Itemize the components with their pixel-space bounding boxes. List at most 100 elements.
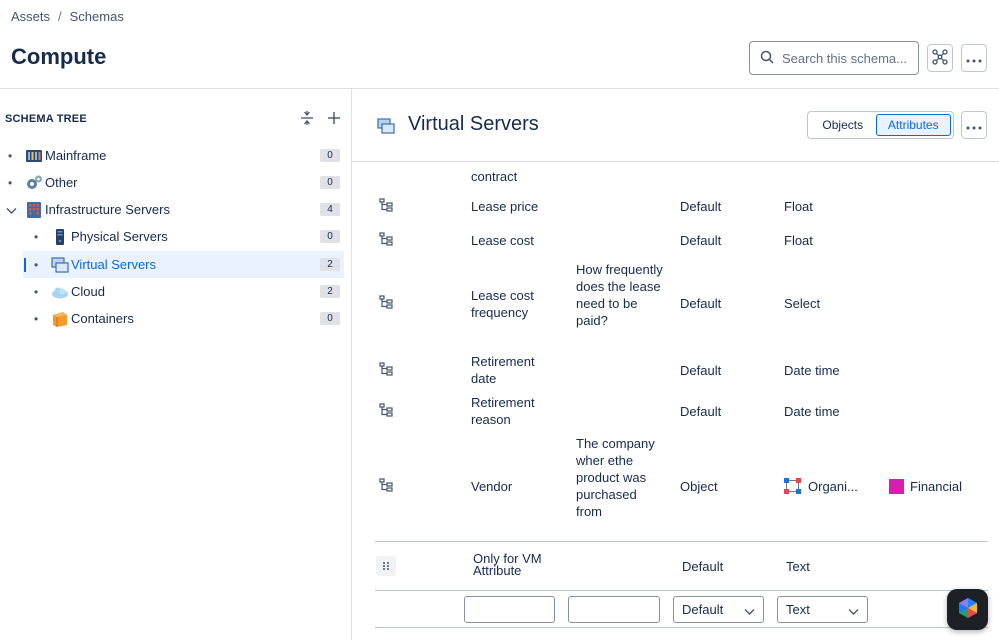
chevron-down-icon [744, 604, 755, 619]
virtual-servers-icon [377, 117, 395, 138]
table-divider [375, 627, 988, 628]
bullet-icon: • [34, 229, 39, 244]
gears-icon [25, 174, 43, 192]
breadcrumb-schemas[interactable]: Schemas [70, 9, 124, 24]
tree-item-mainframe[interactable]: • Mainframe 0 [0, 142, 344, 169]
search-icon [760, 50, 774, 67]
attribute-type: Object [680, 479, 718, 494]
attribute-name: Lease cost frequency [471, 288, 534, 320]
server-icon [51, 228, 69, 246]
attribute-tree-icon [379, 403, 393, 417]
tree-item-other[interactable]: • Other 0 [0, 169, 344, 196]
attribute-name: Lease cost [471, 233, 534, 248]
value-type-select[interactable]: Text [777, 596, 868, 623]
graph-view-button[interactable] [927, 44, 953, 72]
table-divider [375, 590, 988, 591]
attribute-name-partial: contract [471, 169, 518, 184]
tree-item-containers[interactable]: • Containers 0 [0, 305, 344, 332]
attribute-value-type: Date time [784, 363, 840, 378]
tree-item-label: Cloud [71, 284, 105, 299]
header-divider [0, 88, 999, 89]
breadcrumb: Assets / Schemas [11, 9, 124, 24]
cloud-icon [51, 283, 69, 301]
bullet-icon: • [8, 175, 13, 190]
new-attribute-description-input[interactable] [568, 596, 660, 623]
count-badge: 2 [320, 258, 340, 271]
drag-handle[interactable] [376, 556, 396, 576]
more-actions-button[interactable] [961, 44, 987, 72]
drag-grip-icon [382, 558, 390, 574]
page-title: Compute [11, 44, 107, 69]
more-icon [966, 117, 982, 133]
sidebar-divider [351, 88, 352, 640]
collapse-icon [300, 110, 314, 128]
table-divider [375, 541, 988, 542]
tree-header: SCHEMA TREE [5, 113, 87, 125]
hexagon-logo-icon [957, 597, 979, 622]
panel-more-button[interactable] [961, 111, 987, 139]
tree-item-virtual-servers[interactable]: • Virtual Servers 2 [23, 251, 344, 278]
attribute-tree-icon [379, 198, 393, 212]
attribute-value-type: Text [786, 559, 810, 574]
panel-title: Virtual Servers [408, 113, 539, 135]
tab-objects[interactable]: Objects [810, 114, 876, 136]
attribute-description: How frequently does the lease need to be… [576, 262, 663, 328]
view-toggle: Objects Attributes [807, 111, 954, 139]
panel-divider [352, 161, 999, 162]
count-badge: 0 [320, 230, 340, 243]
attribute-name: Retirement reason [471, 395, 535, 427]
mainframe-icon [25, 147, 43, 165]
breadcrumb-assets[interactable]: Assets [11, 9, 50, 24]
chevron-down-icon[interactable] [6, 204, 17, 218]
tree-item-infrastructure-servers[interactable]: Infrastructure Servers 4 [0, 196, 344, 223]
attribute-name: Retirement date [471, 354, 535, 386]
attribute-tree-icon [379, 362, 393, 376]
attribute-type: Default [680, 363, 722, 378]
attribute-value-type: Float [784, 233, 813, 248]
bullet-icon: • [34, 284, 39, 299]
virtual-servers-icon [51, 256, 69, 274]
attribute-name: Vendor [471, 479, 513, 494]
container-icon [51, 310, 69, 328]
building-icon [25, 201, 43, 219]
plus-icon [327, 111, 341, 128]
attribute-name: Lease price [471, 199, 539, 214]
type-select[interactable]: Default [673, 596, 764, 623]
search-input[interactable] [782, 50, 912, 66]
new-attribute-name-input[interactable] [464, 596, 555, 623]
attribute-name: Only for VM Attribute [473, 551, 542, 578]
tree-item-label: Physical Servers [71, 229, 168, 244]
attribute-value-type: Organi... [808, 479, 858, 494]
search-box[interactable] [749, 41, 919, 75]
more-icon [966, 50, 982, 66]
tab-attributes[interactable]: Attributes [875, 114, 951, 136]
tree-item-label: Virtual Servers [71, 257, 157, 272]
tree-item-label: Other [45, 175, 78, 190]
attribute-type: Default [682, 559, 724, 574]
attribute-tree-icon [379, 232, 393, 246]
tree-item-label: Containers [71, 311, 134, 326]
attribute-type: Default [680, 199, 722, 214]
assistant-button[interactable] [947, 589, 988, 630]
tree-item-cloud[interactable]: • Cloud 2 [0, 278, 344, 305]
attribute-type: Default [680, 233, 722, 248]
tree-item-physical-servers[interactable]: • Physical Servers 0 [0, 223, 344, 250]
attribute-value-type: Date time [784, 404, 840, 419]
collapse-all-button[interactable] [298, 110, 316, 128]
count-badge: 2 [320, 285, 340, 298]
organization-icon [784, 478, 801, 494]
count-badge: 0 [320, 149, 340, 162]
attribute-value-type: Float [784, 199, 813, 214]
attribute-description: The company wher ethe product was purcha… [576, 436, 655, 519]
graph-icon [932, 48, 948, 68]
add-object-type-button[interactable] [325, 110, 343, 128]
chevron-down-icon [848, 604, 859, 619]
count-badge: 0 [320, 176, 340, 189]
count-badge: 4 [320, 203, 340, 216]
count-badge: 0 [320, 312, 340, 325]
attribute-type: Default [680, 296, 722, 311]
attribute-type: Default [680, 404, 722, 419]
attribute-tree-icon [379, 478, 393, 492]
attribute-tree-icon [379, 295, 393, 309]
type-select-value: Default [682, 602, 724, 617]
